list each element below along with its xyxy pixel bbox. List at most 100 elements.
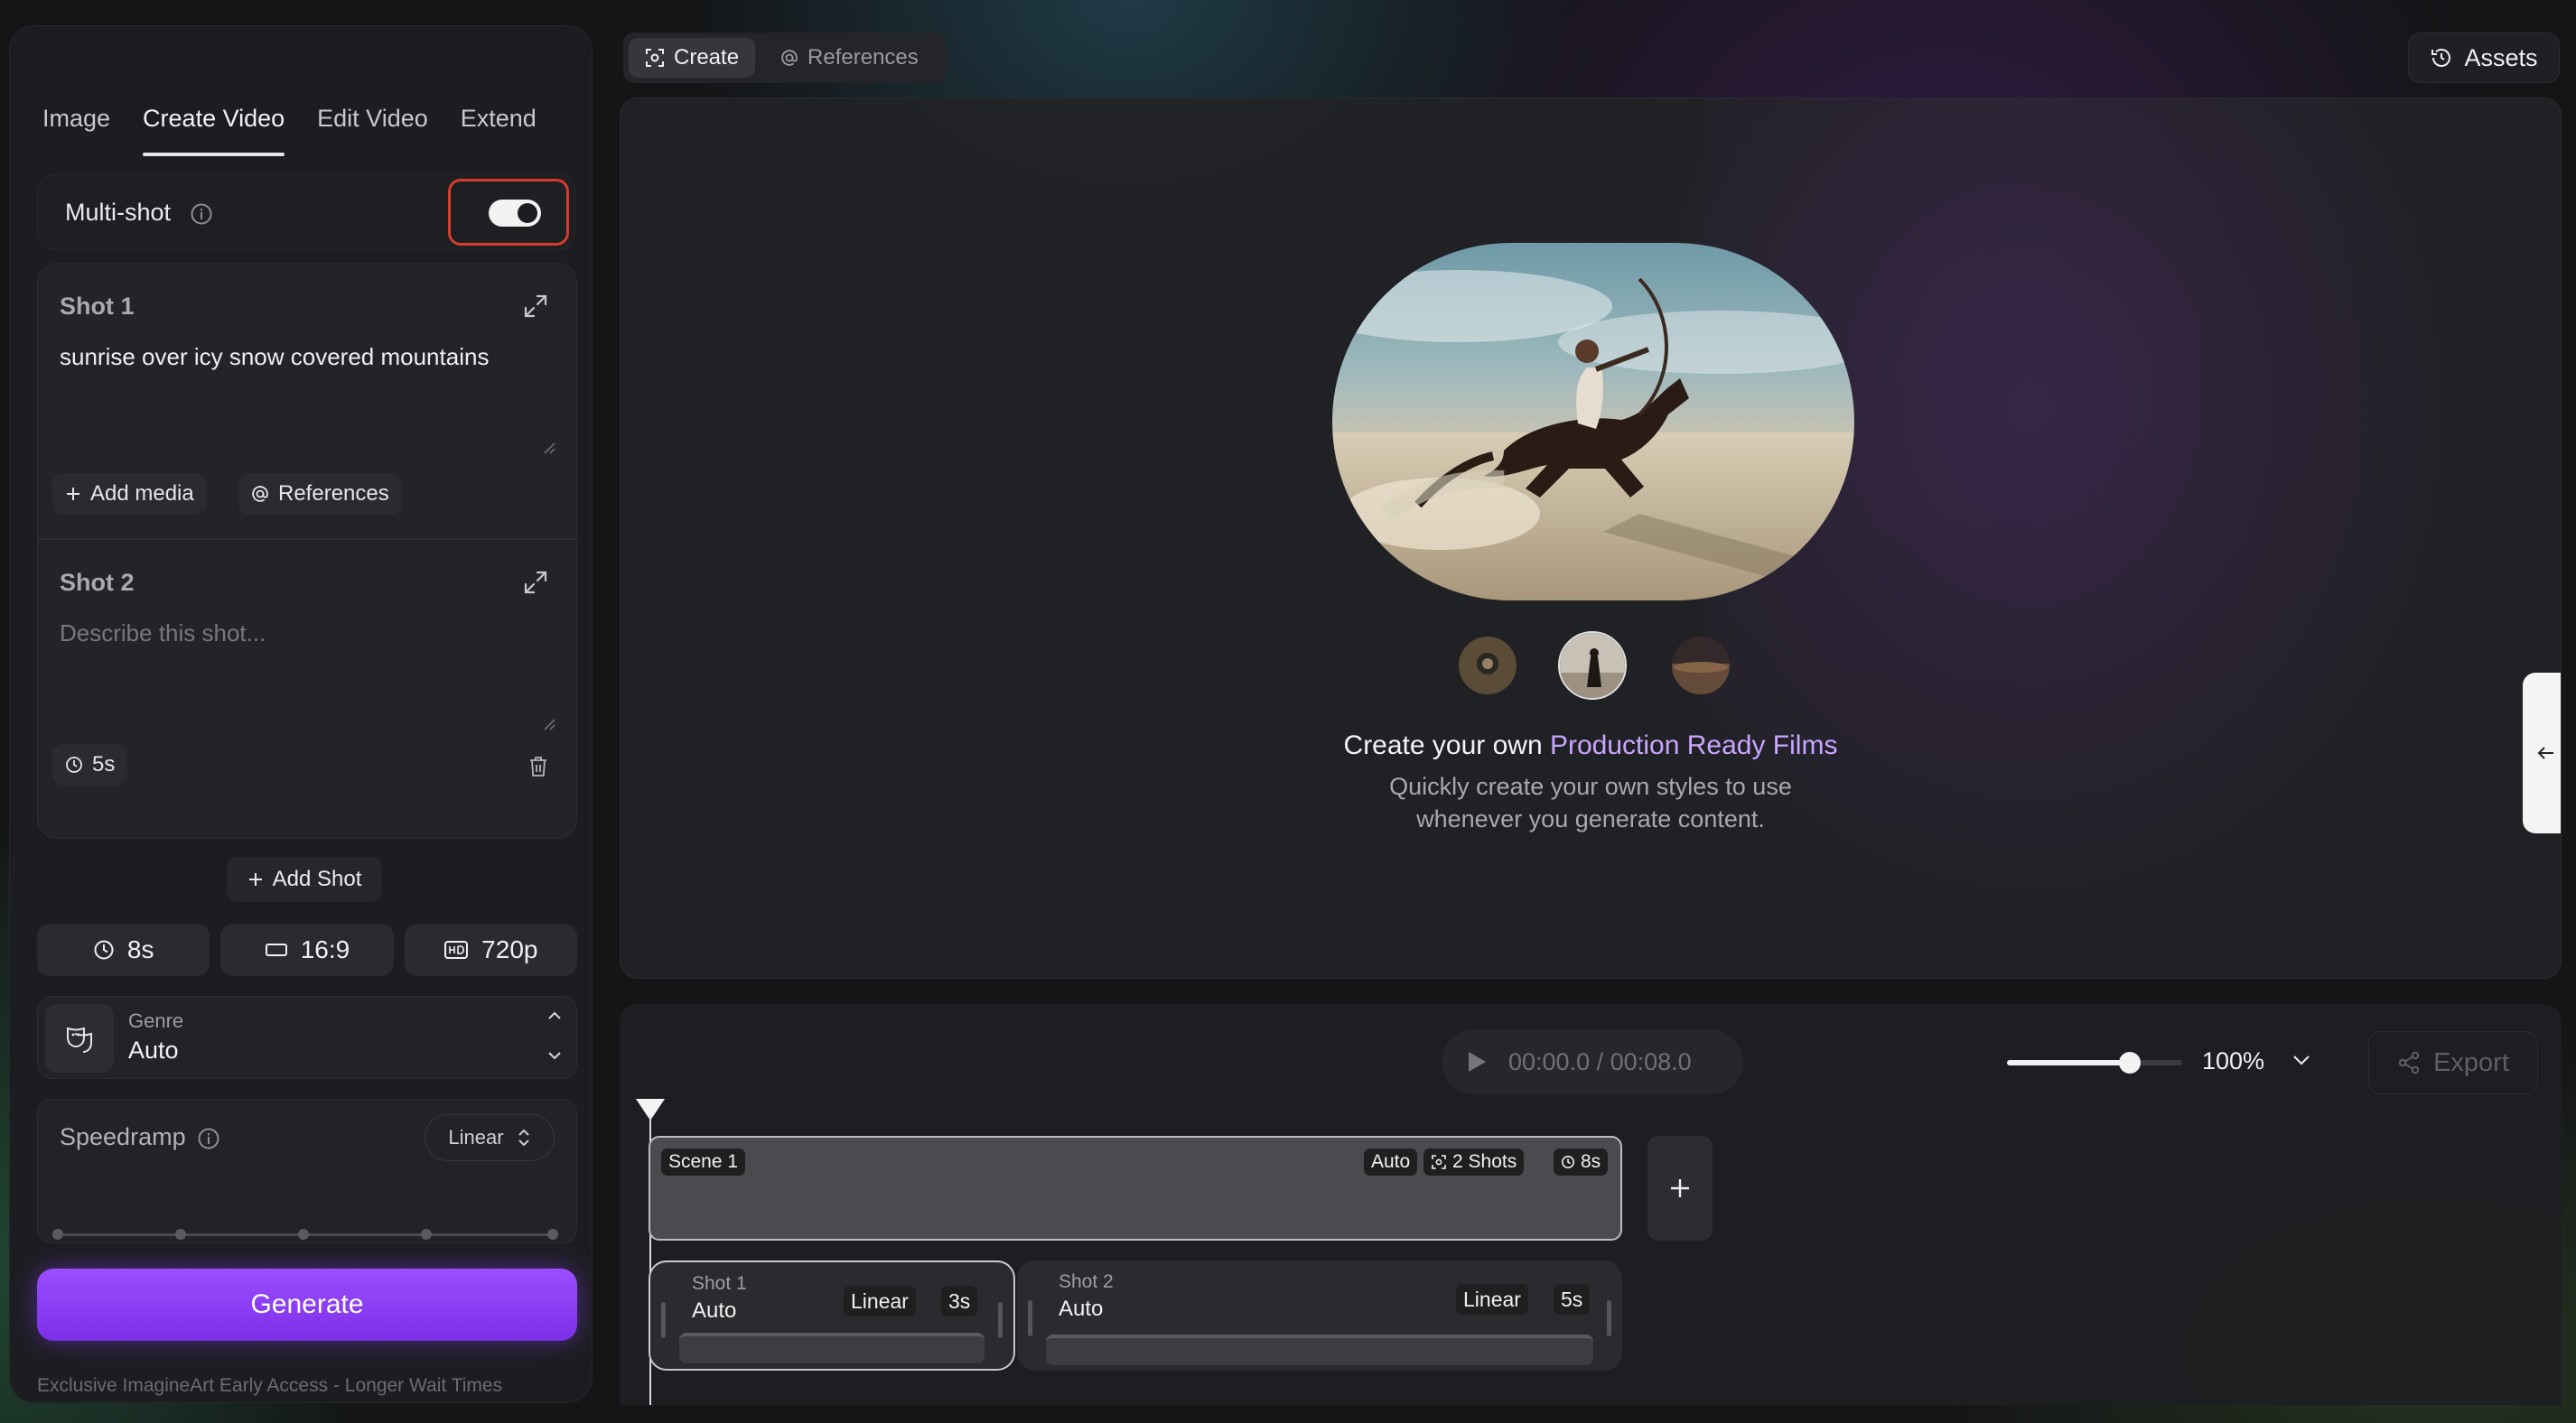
plus-icon bbox=[65, 486, 81, 502]
references-button[interactable]: References bbox=[238, 473, 402, 515]
timeline-shot-ramp: Linear bbox=[844, 1286, 916, 1316]
generation-params: 8s 16:9 720p bbox=[37, 924, 577, 976]
tab-references[interactable]: References bbox=[764, 38, 935, 78]
timeline-shot-1[interactable]: Shot 1 Auto Linear 3s bbox=[649, 1260, 1015, 1371]
speedramp-point[interactable] bbox=[421, 1229, 432, 1240]
assets-button[interactable]: Assets bbox=[2408, 33, 2560, 83]
genre-label: Genre bbox=[128, 1009, 184, 1032]
speedramp-point[interactable] bbox=[547, 1229, 558, 1240]
trim-handle-left[interactable] bbox=[1028, 1300, 1032, 1336]
left-panel: Image Create Video Edit Video Extend Mul… bbox=[9, 25, 593, 1403]
zoom-value: 100% bbox=[2202, 1047, 2265, 1074]
chevron-down-icon[interactable] bbox=[2291, 1053, 2312, 1067]
speedramp-point[interactable] bbox=[175, 1229, 186, 1240]
collapse-panel-handle[interactable] bbox=[2523, 673, 2561, 833]
shot-title: Shot 2 bbox=[60, 569, 135, 596]
shot-title: Shot 1 bbox=[60, 293, 135, 320]
speedramp-point[interactable] bbox=[52, 1229, 63, 1240]
resolution-value: 720p bbox=[481, 935, 538, 963]
view-tabs: Create References bbox=[623, 33, 947, 83]
aspect-ratio-value: 16:9 bbox=[300, 935, 350, 963]
info-icon[interactable] bbox=[197, 1127, 220, 1150]
timeline-shot-duration: 3s bbox=[941, 1286, 978, 1316]
play-icon[interactable] bbox=[1465, 1049, 1489, 1074]
tab-create-video[interactable]: Create Video bbox=[143, 73, 285, 156]
shot-duration-chip[interactable]: 5s bbox=[52, 744, 128, 786]
chevron-up-icon[interactable] bbox=[546, 1009, 564, 1022]
speedramp-point[interactable] bbox=[298, 1229, 309, 1240]
genre-icon-box bbox=[45, 1004, 114, 1073]
preview-glow bbox=[1704, 98, 2517, 978]
timeline-shot-track bbox=[1046, 1335, 1593, 1365]
tab-image[interactable]: Image bbox=[42, 73, 110, 132]
resize-grip-icon[interactable] bbox=[542, 441, 556, 455]
focus-icon bbox=[645, 48, 665, 68]
style-thumbnail[interactable] bbox=[1459, 637, 1517, 694]
scene-shots-count: 2 Shots bbox=[1452, 1151, 1517, 1172]
clock-icon bbox=[1561, 1155, 1575, 1169]
preview-subline: Quickly create your own styles to use wh… bbox=[621, 770, 2561, 835]
scene-name: Scene 1 bbox=[668, 1151, 739, 1172]
add-scene-button[interactable] bbox=[1647, 1136, 1713, 1241]
scene-block[interactable]: Scene 1 Auto 2 Shots 8s bbox=[649, 1136, 1622, 1241]
tab-create[interactable]: Create bbox=[629, 38, 756, 78]
genre-selector[interactable]: Genre Auto bbox=[37, 996, 577, 1079]
headline-accent: Production Ready Films bbox=[1549, 730, 1838, 760]
scene-duration-tag: 8s bbox=[1554, 1149, 1609, 1176]
scene-duration: 8s bbox=[1581, 1151, 1601, 1172]
multishot-toggle-highlight bbox=[448, 179, 569, 246]
trash-icon[interactable] bbox=[527, 755, 549, 778]
timeline-shot-track bbox=[679, 1333, 985, 1363]
duration-value: 8s bbox=[126, 935, 154, 963]
generate-button[interactable]: Generate bbox=[37, 1269, 577, 1341]
shot-prompt-input[interactable]: Describe this shot... bbox=[60, 619, 266, 647]
speedramp-select[interactable]: Linear bbox=[425, 1114, 555, 1161]
chevron-down-icon[interactable] bbox=[546, 1049, 564, 1062]
expand-icon[interactable] bbox=[522, 293, 549, 320]
playback-control: 00:00.0 / 00:08.0 bbox=[1442, 1029, 1743, 1094]
speedramp-panel: Speedramp Linear bbox=[37, 1099, 577, 1243]
zoom-slider-knob[interactable] bbox=[2118, 1052, 2141, 1074]
timeline-shot-duration: 5s bbox=[1554, 1284, 1591, 1315]
hero-image bbox=[1332, 243, 1854, 600]
style-thumbnails bbox=[1459, 631, 1730, 703]
timeline-shot-mode: Auto bbox=[692, 1298, 737, 1323]
expand-icon[interactable] bbox=[522, 569, 549, 596]
add-media-button[interactable]: Add media bbox=[52, 473, 207, 515]
style-thumbnail-selected[interactable] bbox=[1558, 631, 1627, 700]
mode-tabs: Image Create Video Edit Video Extend bbox=[10, 73, 592, 156]
aspect-ratio-selector[interactable]: 16:9 bbox=[220, 924, 394, 976]
shots-box: Shot 1 sunrise over icy snow covered mou… bbox=[37, 263, 577, 839]
timeline-shot-name: Shot 1 bbox=[692, 1273, 747, 1294]
timeline-shot-ramp: Linear bbox=[1456, 1284, 1528, 1315]
info-icon[interactable] bbox=[190, 202, 213, 226]
resolution-selector[interactable]: 720p bbox=[404, 924, 577, 976]
add-shot-button[interactable]: Add Shot bbox=[227, 857, 382, 902]
export-button[interactable]: Export bbox=[2368, 1031, 2538, 1094]
zoom-slider[interactable] bbox=[2007, 1052, 2182, 1074]
timeline-shot-2[interactable]: Shot 2 Auto Linear 5s bbox=[1017, 1260, 1622, 1371]
references-label: References bbox=[278, 481, 389, 506]
focus-icon bbox=[1431, 1154, 1447, 1170]
trim-handle-right[interactable] bbox=[1607, 1300, 1611, 1336]
scene-shots-tag: 2 Shots bbox=[1423, 1149, 1525, 1176]
trim-handle-right[interactable] bbox=[998, 1302, 1003, 1338]
at-icon bbox=[251, 485, 269, 503]
style-thumbnail[interactable] bbox=[1672, 637, 1730, 694]
trim-handle-left[interactable] bbox=[661, 1302, 666, 1338]
assets-label: Assets bbox=[2464, 43, 2538, 71]
resize-grip-icon[interactable] bbox=[542, 717, 556, 731]
timeline-panel: 00:00.0 / 00:08.0 100% Export Scene 1 Au… bbox=[620, 1004, 2562, 1405]
share-icon bbox=[2397, 1051, 2421, 1074]
shot-duration-label: 5s bbox=[92, 752, 116, 777]
add-media-label: Add media bbox=[90, 481, 194, 506]
shot-prompt-text[interactable]: sunrise over icy snow covered mountains bbox=[60, 343, 489, 371]
duration-selector[interactable]: 8s bbox=[37, 924, 210, 976]
tab-edit-video[interactable]: Edit Video bbox=[317, 73, 428, 132]
plus-icon bbox=[247, 871, 264, 888]
speedramp-value: Linear bbox=[448, 1126, 504, 1149]
tab-extend[interactable]: Extend bbox=[461, 73, 537, 132]
time-display: 00:00.0 / 00:08.0 bbox=[1508, 1047, 1692, 1075]
export-label: Export bbox=[2433, 1047, 2509, 1077]
multishot-toggle[interactable] bbox=[489, 200, 541, 227]
